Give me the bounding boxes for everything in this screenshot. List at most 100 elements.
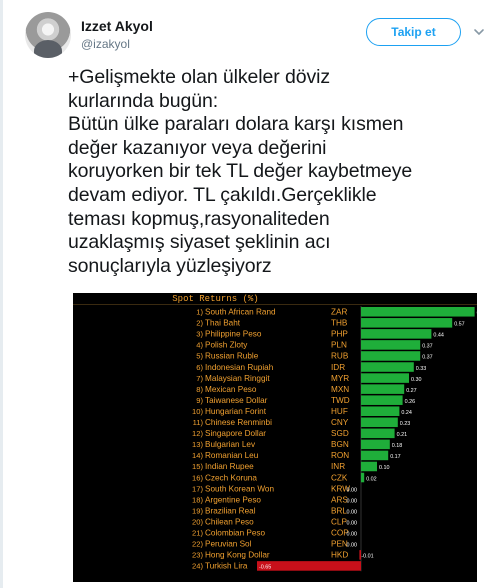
- row-rank: 23): [192, 551, 203, 560]
- currency-name: Peruvian Sol: [205, 540, 252, 549]
- tweet-text: +Gelişmekte olan ülkeler döviz kurlarınd…: [68, 66, 413, 277]
- row-rank: 18): [192, 495, 203, 504]
- currency-name: Hong Kong Dollar: [205, 551, 270, 560]
- row-rank: 17): [192, 484, 203, 493]
- currency-name: Russian Ruble: [205, 352, 259, 361]
- bar-positive: [361, 329, 432, 339]
- currency-code: PLN: [331, 341, 347, 350]
- value-label: 0.00: [347, 543, 358, 549]
- value-label: 0.02: [366, 476, 377, 482]
- value-label: 0.26: [405, 399, 416, 405]
- value-label: -0.65: [259, 565, 271, 571]
- currency-name: Thai Baht: [205, 319, 241, 328]
- currency-code: RUB: [331, 352, 349, 361]
- value-label: 0.17: [390, 454, 401, 460]
- bar-positive: [361, 318, 453, 328]
- currency-name: Argentine Peso: [205, 495, 261, 504]
- author-block[interactable]: Izzet Akyol @izakyol: [81, 18, 153, 51]
- follow-button[interactable]: Takip et: [366, 18, 461, 46]
- value-label: 0.57: [454, 322, 465, 328]
- bar-positive: [361, 406, 400, 416]
- value-label: 0.21: [397, 432, 408, 438]
- value-label: 0.00: [347, 487, 358, 493]
- currency-code: IDR: [331, 363, 345, 372]
- avatar[interactable]: [25, 12, 71, 58]
- tweet-media-chart[interactable]: Spot Returns (%) 1) South African Rand ZAR…: [73, 293, 477, 582]
- currency-name: Malaysian Ringgit: [205, 374, 270, 383]
- currency-name: Brazilian Real: [205, 506, 256, 515]
- bar-positive: [361, 384, 405, 394]
- currency-name: Bulgarian Lev: [205, 440, 256, 449]
- currency-name: Romanian Leu: [205, 451, 259, 460]
- currency-name: Chilean Peso: [205, 517, 254, 526]
- currency-code: TWD: [331, 396, 350, 405]
- currency-code: HKD: [331, 551, 348, 560]
- row-rank: 2): [196, 319, 203, 328]
- row-rank: 14): [192, 451, 203, 460]
- bar-positive: [361, 373, 409, 383]
- currency-code: CNY: [331, 418, 349, 427]
- chevron-down-icon[interactable]: [473, 26, 485, 38]
- currency-code: HUF: [331, 407, 348, 416]
- currency-code: THB: [331, 319, 348, 328]
- row-rank: 11): [193, 418, 204, 427]
- bar-positive: [361, 428, 395, 439]
- value-label: 0.00: [347, 520, 358, 526]
- spot-returns-chart: 1)South African RandZAR0.712)Thai BahtTH…: [192, 306, 477, 572]
- row-rank: 12): [192, 429, 203, 438]
- currency-name: Mexican Peso: [205, 385, 257, 394]
- value-label: 0.44: [433, 333, 444, 339]
- row-rank: 4): [196, 341, 203, 350]
- value-label: 0.00: [347, 498, 358, 504]
- currency-code: INR: [331, 462, 345, 471]
- currency-code: RON: [331, 451, 349, 460]
- row-rank: 24): [192, 562, 203, 571]
- currency-code: MXN: [331, 385, 349, 394]
- thread-rule: [0, 0, 3, 588]
- currency-code: CZK: [331, 473, 348, 482]
- currency-code: SGD: [331, 429, 349, 438]
- currency-name: Turkish Lira: [205, 562, 248, 571]
- currency-name: South Korean Won: [205, 484, 274, 493]
- bar-negative: [257, 561, 361, 571]
- row-rank: 16): [192, 473, 203, 482]
- currency-name: Chinese Renminbi: [205, 418, 272, 427]
- row-rank: 19): [192, 506, 203, 515]
- currency-code: ZAR: [331, 308, 347, 317]
- value-label: 0.30: [411, 377, 422, 383]
- value-label: 0.27: [406, 388, 417, 394]
- bar-positive: [361, 395, 403, 405]
- bar-positive: [361, 351, 421, 361]
- row-rank: 7): [196, 374, 203, 383]
- tweet-header: Izzet Akyol @izakyol Takip et: [25, 12, 485, 58]
- row-rank: 10): [192, 407, 203, 416]
- bar-positive: [361, 340, 421, 350]
- bar-positive: [361, 307, 475, 317]
- currency-name: Indonesian Rupiah: [205, 363, 274, 372]
- user-handle[interactable]: @izakyol: [81, 37, 153, 51]
- value-label: -0.01: [361, 554, 373, 560]
- row-rank: 21): [192, 529, 203, 538]
- bar-positive: [361, 450, 389, 461]
- currency-code: MYR: [331, 374, 349, 383]
- currency-name: Singapore Dollar: [205, 429, 266, 438]
- currency-name: Czech Koruna: [205, 473, 257, 482]
- display-name[interactable]: Izzet Akyol: [81, 18, 153, 34]
- currency-code: PEN: [331, 540, 348, 549]
- currency-name: Taiwanese Dollar: [205, 396, 268, 405]
- row-rank: 5): [196, 352, 203, 361]
- bar-positive: [361, 472, 365, 483]
- value-label: 0.37: [422, 344, 433, 350]
- row-rank: 15): [192, 462, 203, 471]
- currency-name: Polish Zloty: [205, 341, 248, 350]
- row-rank: 6): [196, 363, 203, 372]
- value-label: 0.33: [416, 366, 427, 372]
- currency-code: BGN: [331, 440, 349, 449]
- bar-positive: [361, 362, 414, 372]
- row-rank: 13): [192, 440, 203, 449]
- currency-code: PHP: [331, 330, 348, 339]
- row-rank: 20): [192, 517, 203, 526]
- row-rank: 8): [196, 385, 203, 394]
- currency-code: CLP: [331, 517, 347, 526]
- value-label: 0.37: [422, 355, 433, 361]
